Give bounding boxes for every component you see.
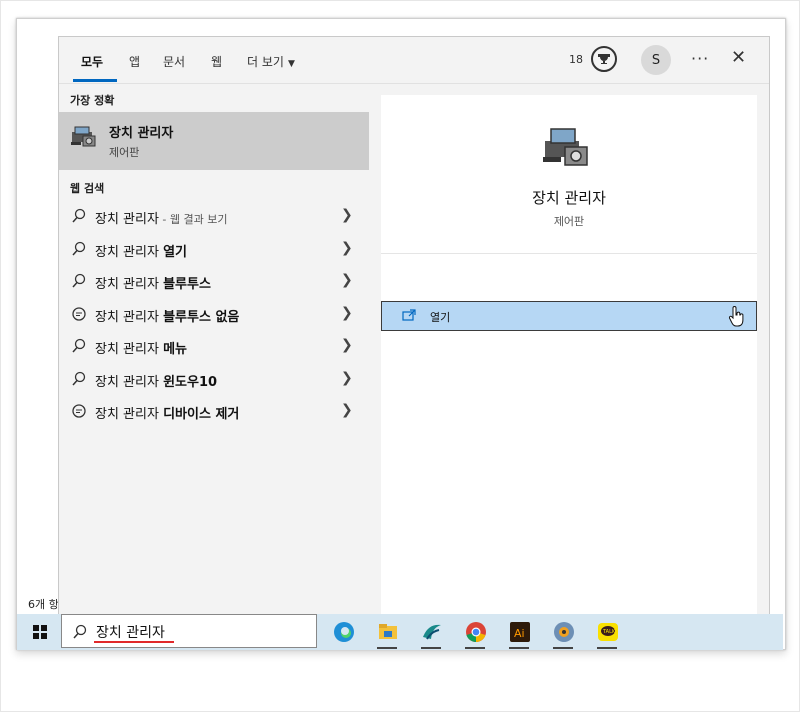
detail-subtitle: 제어판 bbox=[553, 215, 585, 228]
search-icon bbox=[72, 208, 86, 223]
tab-more-label: 더 보기 bbox=[247, 55, 284, 69]
result-bold-text: 메뉴 bbox=[163, 342, 187, 357]
running-indicator bbox=[597, 647, 617, 649]
kakaotalk-icon[interactable]: TALK bbox=[595, 619, 621, 645]
tab-apps[interactable]: 앱 bbox=[129, 53, 140, 70]
rewards-points: 18 bbox=[569, 53, 583, 66]
best-match-item[interactable]: 장치 관리자 제어판 bbox=[59, 112, 369, 170]
taskbar: 장치 관리자 Ai TALK bbox=[17, 614, 783, 650]
chat-icon bbox=[72, 404, 86, 418]
result-bold-text: 열기 bbox=[163, 245, 187, 260]
more-options-icon[interactable]: ··· bbox=[691, 49, 709, 68]
search-icon bbox=[72, 371, 86, 386]
hand-cursor-icon bbox=[728, 306, 744, 327]
open-button[interactable]: 열기 bbox=[381, 301, 757, 331]
web-result-item[interactable]: 장치 관리자 블루투스 ❯ bbox=[59, 265, 369, 297]
detail-title: 장치 관리자 bbox=[532, 189, 606, 207]
search-icon bbox=[72, 241, 86, 256]
web-result-item[interactable]: 장치 관리자 윈도우10 ❯ bbox=[59, 363, 369, 395]
web-result-item[interactable]: 장치 관리자 메뉴 ❯ bbox=[59, 330, 369, 362]
tab-documents[interactable]: 문서 bbox=[163, 53, 185, 70]
search-panel: 모두 앱 문서 웹 더 보기 ▼ 18 S ··· ✕ 가장 정확 장치 관리자 … bbox=[58, 36, 770, 616]
chrome-icon[interactable] bbox=[463, 619, 489, 645]
highlight-underline bbox=[94, 641, 174, 643]
result-text: 장치 관리자 bbox=[95, 310, 164, 325]
chevron-right-icon[interactable]: ❯ bbox=[341, 207, 353, 223]
device-manager-icon bbox=[543, 128, 588, 166]
best-match-heading: 가장 정확 bbox=[70, 94, 115, 107]
result-text: 장치 관리자 bbox=[95, 212, 159, 227]
chevron-right-icon[interactable]: ❯ bbox=[341, 305, 353, 321]
detail-pane: 장치 관리자 제어판 열기 bbox=[381, 95, 757, 614]
search-value: 장치 관리자 bbox=[96, 625, 165, 641]
device-manager-icon bbox=[71, 126, 96, 147]
running-indicator bbox=[509, 647, 529, 649]
results-list: 가장 정확 장치 관리자 제어판 웹 검색 장치 관리자 - 웹 결과 보기 ❯… bbox=[59, 84, 381, 614]
divider bbox=[381, 253, 757, 254]
desktop-partial-text: 6개 항 bbox=[28, 598, 59, 611]
open-icon bbox=[402, 309, 416, 321]
result-bold-text: 블루투스 없음 bbox=[163, 310, 240, 325]
active-tab-indicator bbox=[73, 79, 117, 82]
result-bold-text: 블루투스 bbox=[163, 277, 211, 292]
svg-text:Ai: Ai bbox=[514, 627, 525, 640]
result-bold-text: 윈도우10 bbox=[163, 375, 218, 390]
result-text: 장치 관리자 bbox=[95, 407, 164, 422]
taskbar-search-input[interactable]: 장치 관리자 bbox=[61, 614, 317, 648]
web-result-item[interactable]: 장치 관리자 - 웹 결과 보기 ❯ bbox=[59, 200, 369, 232]
search-icon bbox=[72, 338, 86, 353]
file-explorer-icon[interactable] bbox=[375, 619, 401, 645]
chevron-right-icon[interactable]: ❯ bbox=[341, 272, 353, 288]
running-indicator bbox=[465, 647, 485, 649]
svg-text:TALK: TALK bbox=[602, 629, 616, 635]
search-icon bbox=[73, 624, 87, 639]
search-tabs-bar: 모두 앱 문서 웹 더 보기 ▼ 18 S ··· ✕ bbox=[59, 37, 769, 84]
running-indicator bbox=[421, 647, 441, 649]
result-text: 장치 관리자 bbox=[95, 245, 164, 260]
result-text: 장치 관리자 bbox=[95, 375, 164, 390]
chevron-right-icon[interactable]: ❯ bbox=[341, 337, 353, 353]
best-match-title: 장치 관리자 bbox=[109, 126, 174, 141]
windows-start-icon[interactable] bbox=[33, 625, 47, 639]
edge-icon[interactable] bbox=[331, 619, 357, 645]
app-icon[interactable] bbox=[419, 619, 445, 645]
tab-more[interactable]: 더 보기 ▼ bbox=[247, 53, 295, 70]
running-indicator bbox=[553, 647, 573, 649]
chevron-right-icon[interactable]: ❯ bbox=[341, 402, 353, 418]
web-result-item[interactable]: 장치 관리자 블루투스 없음 ❯ bbox=[59, 298, 369, 330]
chat-icon bbox=[72, 307, 86, 321]
tab-web[interactable]: 웹 bbox=[211, 53, 222, 70]
illustrator-icon[interactable]: Ai bbox=[507, 619, 533, 645]
tab-all[interactable]: 모두 bbox=[81, 53, 103, 70]
web-result-item[interactable]: 장치 관리자 열기 ❯ bbox=[59, 233, 369, 265]
result-bold-text: 디바이스 제거 bbox=[163, 407, 240, 422]
running-indicator bbox=[377, 647, 397, 649]
chevron-down-icon: ▼ bbox=[287, 59, 295, 69]
rewards-icon[interactable] bbox=[591, 46, 617, 72]
result-text: 장치 관리자 bbox=[95, 342, 164, 357]
avatar[interactable]: S bbox=[641, 45, 671, 75]
web-result-item[interactable]: 장치 관리자 디바이스 제거 ❯ bbox=[59, 395, 369, 427]
search-icon bbox=[72, 273, 86, 288]
result-text: 장치 관리자 bbox=[95, 277, 164, 292]
close-icon[interactable]: ✕ bbox=[731, 47, 746, 68]
result-suffix: - 웹 결과 보기 bbox=[158, 213, 228, 226]
best-match-subtitle: 제어판 bbox=[109, 146, 140, 159]
chevron-right-icon[interactable]: ❯ bbox=[341, 370, 353, 386]
chevron-right-icon[interactable]: ❯ bbox=[341, 240, 353, 256]
media-player-icon[interactable] bbox=[551, 619, 577, 645]
open-button-label: 열기 bbox=[430, 311, 451, 324]
web-search-heading: 웹 검색 bbox=[70, 182, 105, 195]
